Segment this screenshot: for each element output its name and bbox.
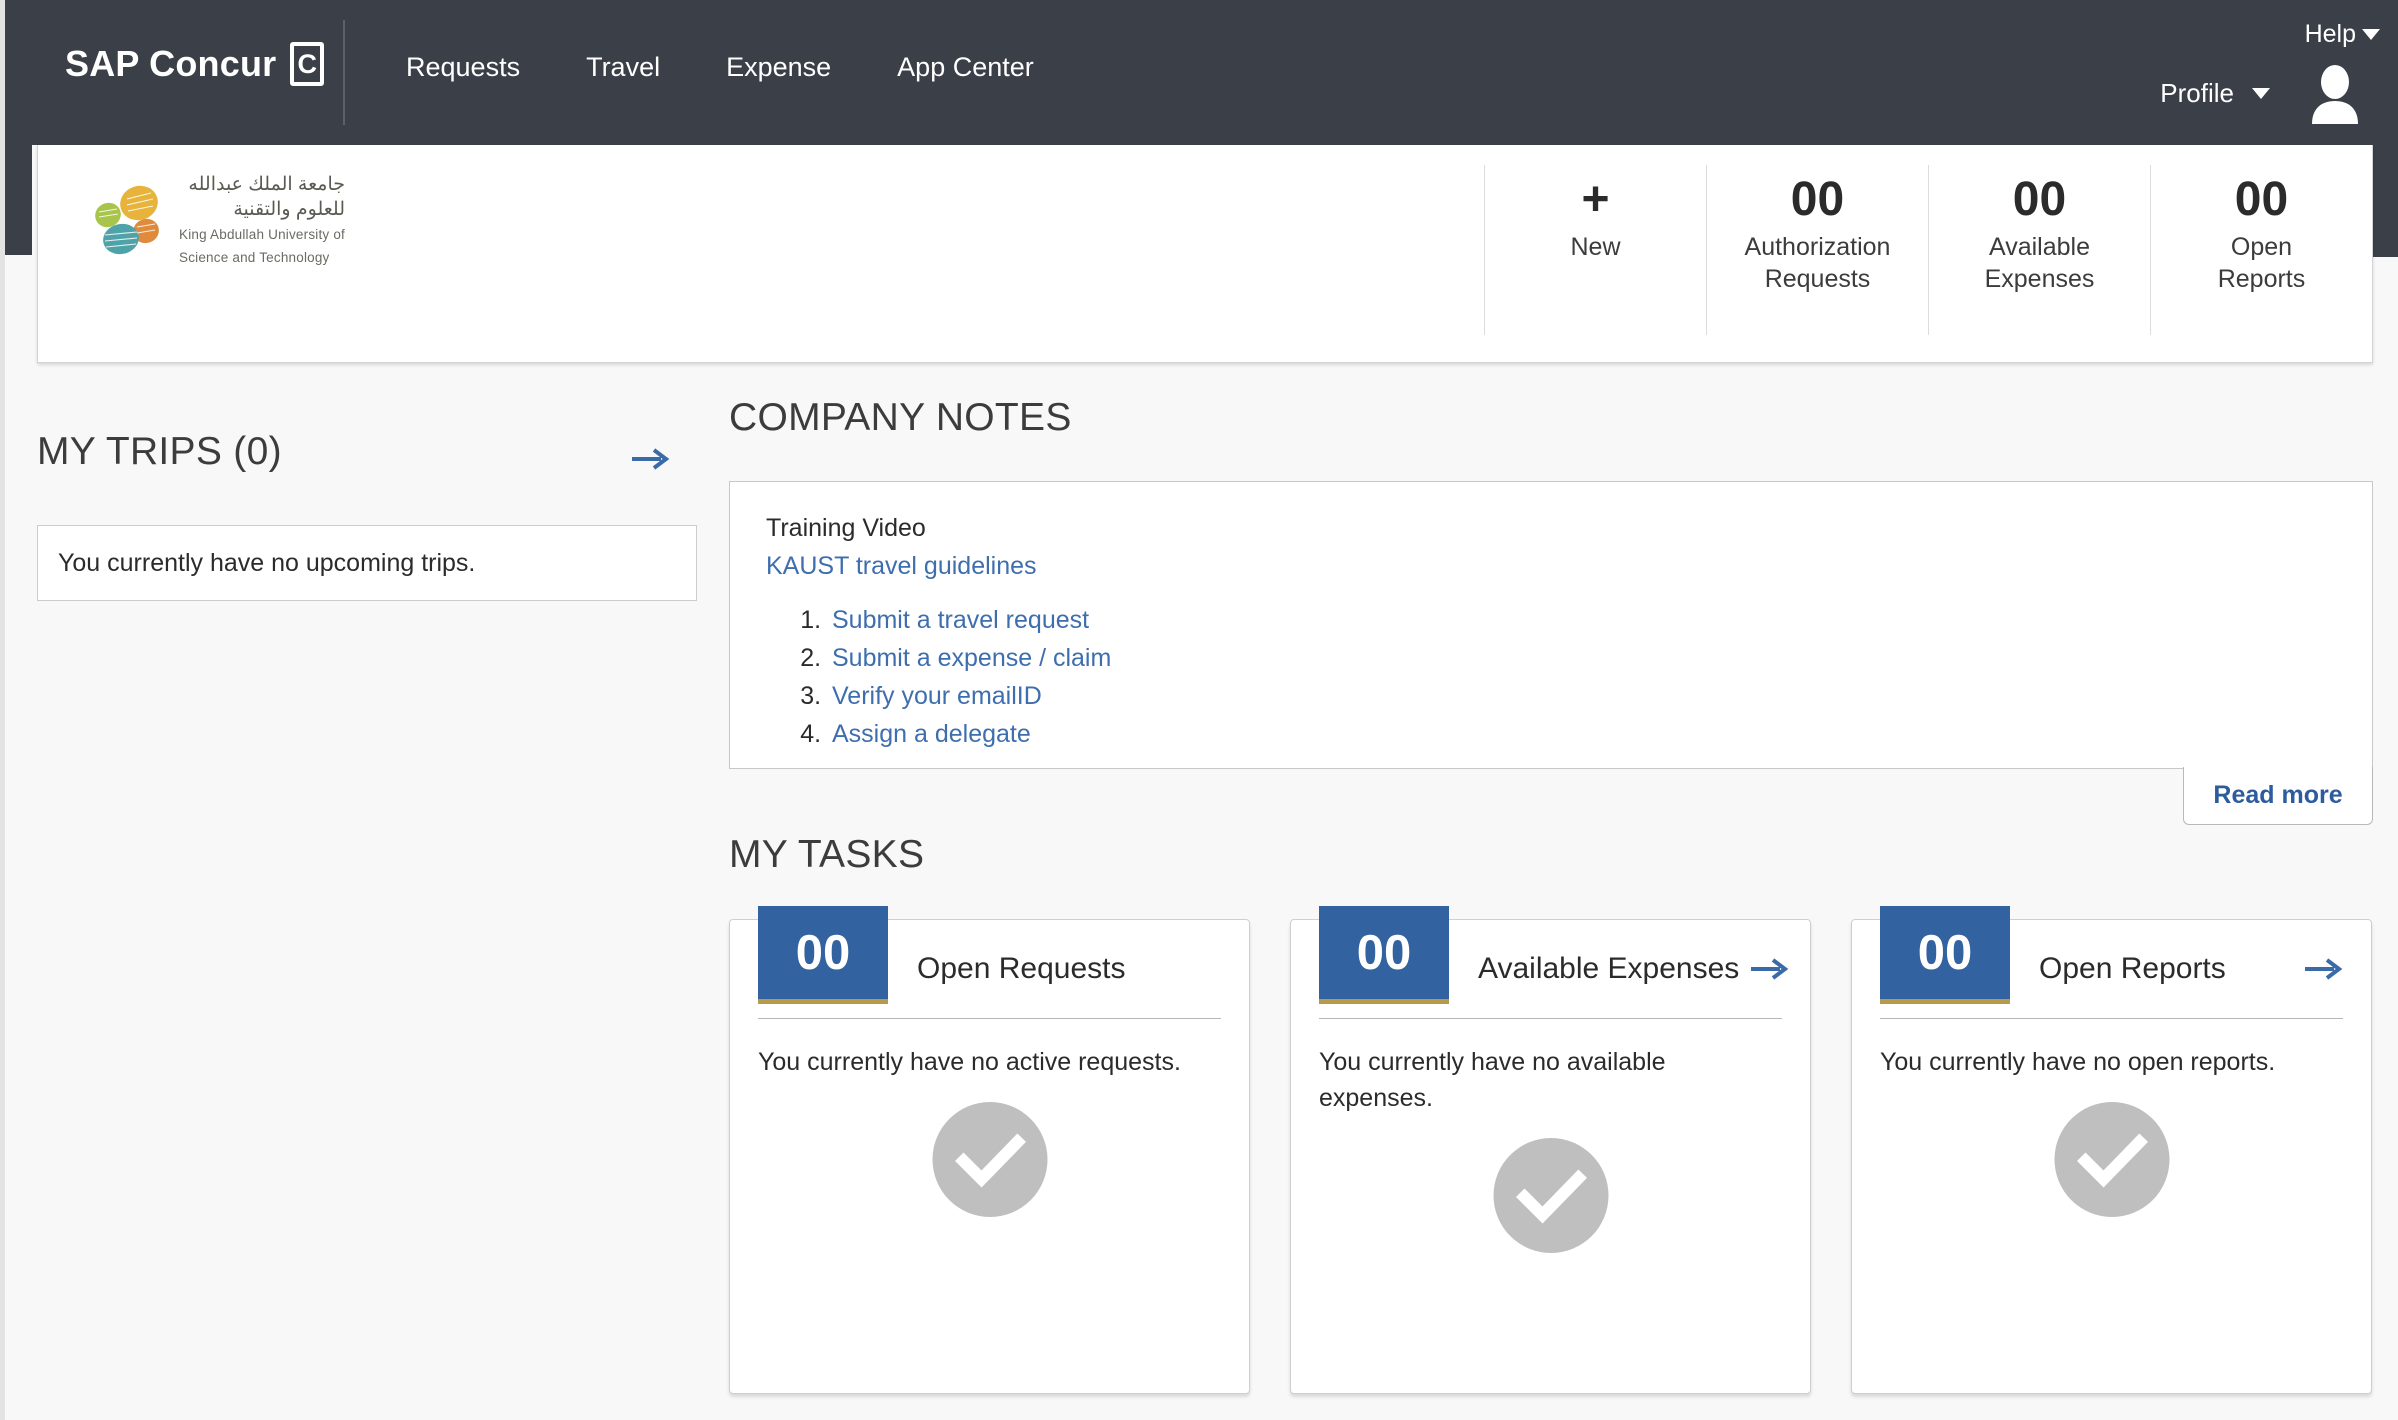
available-expenses-title: Available Expenses [1478,952,1740,985]
open-reports-message: You currently have no open reports. [1880,1048,2276,1076]
open-reports-arrow-right-icon[interactable] [2303,956,2343,982]
list-item: Submit a travel request [828,601,2372,639]
help-label: Help [2304,20,2356,48]
authorization-requests-label: Authorization Requests [1744,233,1891,294]
my-trips-heading: MY TRIPS (0) [37,430,282,473]
open-requests-count-badge: 00 [758,906,888,1004]
company-notes-panel: Training Video KAUST travel guidelines S… [729,481,2373,769]
divider [758,1018,1221,1019]
concur-mark-icon: C [290,42,325,86]
kaust-emblem-icon [93,181,165,257]
list-item: Submit a expense / claim [828,639,2372,677]
task-card-open-reports[interactable]: 00 Open Reports You currently have no op… [1851,906,2372,1394]
company-notes-heading: COMPANY NOTES [729,396,1072,439]
list-item: Verify your emailID [828,677,2372,715]
help-menu-button[interactable]: Help [2305,20,2380,49]
quick-action-new-label: New [1570,233,1621,262]
nav-item-travel[interactable]: Travel [553,52,693,83]
kaust-english-line-1: King Abdullah University of [179,227,345,243]
sap-concur-logo[interactable]: SAP Concur C [65,42,325,86]
my-trips-arrow-right-icon[interactable] [630,446,670,477]
link-verify-emailid[interactable]: Verify your emailID [832,682,1042,710]
company-notes-link-list: Submit a travel request Submit a expense… [766,601,2372,753]
company-notes-subheading: Training Video [766,514,926,542]
available-expenses-arrow-right-icon[interactable] [1749,956,1789,982]
concur-home-page: SAP Concur C Requests Travel Expense App… [0,0,2398,1420]
quick-actions-bar: + New 00 Authorization Requests 00 Avail… [1484,165,2372,335]
open-requests-title: Open Requests [917,952,1126,985]
available-expenses-message: You currently have no available expenses… [1319,1048,1666,1112]
chevron-down-icon [2362,29,2380,40]
available-expenses-count-badge: 00 [1319,906,1449,1004]
check-circle-icon [1493,1138,1608,1253]
task-card-open-requests[interactable]: 00 Open Requests You currently have no a… [729,906,1250,1394]
open-requests-message: You currently have no active requests. [758,1048,1181,1076]
nav-item-expense[interactable]: Expense [693,52,864,83]
kaust-english-line-2: Science and Technology [179,249,330,265]
check-circle-icon [2054,1102,2169,1217]
chevron-down-icon [2252,88,2270,99]
nav-item-app-center[interactable]: App Center [864,52,1067,83]
quick-action-new[interactable]: + New [1484,165,1706,335]
nav-divider [343,20,345,125]
kaust-logo: جامعة الملك عبدالله للعلوم والتقنية King… [93,173,345,266]
my-tasks-heading: MY TASKS [729,833,925,876]
open-reports-title: Open Reports [2039,952,2226,985]
quick-action-available-expenses[interactable]: 00 Available Expenses [1928,165,2150,335]
link-assign-delegate[interactable]: Assign a delegate [832,720,1031,748]
task-card-header: 00 Open Requests [730,906,1221,1018]
kaust-arabic-line-1: جامعة الملك عبدالله [188,174,345,195]
open-reports-count-badge: 00 [1880,906,2010,1004]
available-expenses-label: Available Expenses [1984,233,2095,294]
link-submit-expense-claim[interactable]: Submit a expense / claim [832,644,1111,672]
open-reports-count: 00 [2234,173,2289,226]
quick-action-authorization-requests[interactable]: 00 Authorization Requests [1706,165,1928,335]
quick-action-open-reports[interactable]: 00 Open Reports [2150,165,2372,335]
open-reports-label: Open Reports [2217,233,2306,294]
check-circle-icon [932,1102,1047,1217]
divider [1880,1018,2343,1019]
company-header-card: جامعة الملك عبدالله للعلوم والتقنية King… [37,145,2373,363]
available-expenses-count: 00 [2012,173,2067,226]
brand-text: SAP Concur [65,43,277,84]
task-card-available-expenses[interactable]: 00 Available Expenses You currently have… [1290,906,1811,1394]
my-tasks-card-row: 00 Open Requests You currently have no a… [729,906,2373,1394]
primary-nav: Requests Travel Expense App Center [373,52,1067,83]
read-more-button[interactable]: Read more [2183,767,2373,825]
header-dark-left-fill [5,145,32,255]
kaust-travel-guidelines-link[interactable]: KAUST travel guidelines [766,552,1037,580]
user-avatar-icon[interactable] [2304,62,2366,124]
kaust-arabic-line-2: للعلوم والتقنية [233,199,345,221]
profile-menu-button[interactable]: Profile [2160,78,2270,109]
list-item: Assign a delegate [828,715,2372,753]
top-navigation-bar: SAP Concur C Requests Travel Expense App… [5,0,2398,145]
link-submit-travel-request[interactable]: Submit a travel request [832,606,1089,634]
plus-icon: + [1581,173,1610,226]
authorization-requests-count: 00 [1790,173,1845,226]
profile-label: Profile [2160,78,2234,108]
nav-item-requests[interactable]: Requests [373,52,553,83]
my-trips-empty-message: You currently have no upcoming trips. [37,525,697,601]
task-card-header: 00 Available Expenses [1291,906,1789,1018]
divider [1319,1018,1782,1019]
kaust-wordmark: جامعة الملك عبدالله للعلوم والتقنية King… [179,173,345,266]
task-card-header: 00 Open Reports [1852,906,2343,1018]
